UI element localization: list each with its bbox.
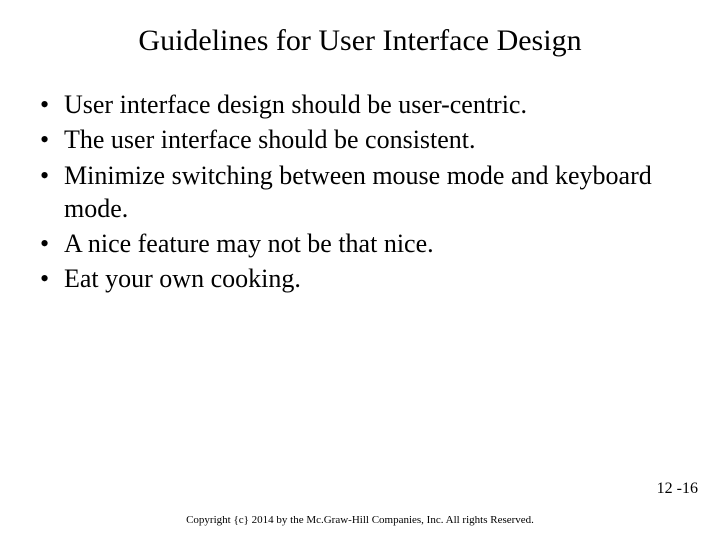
page-number: 12 -16 — [657, 480, 698, 498]
copyright-notice: Copyright {c} 2014 by the Mc.Graw-Hill C… — [0, 514, 720, 526]
list-item: A nice feature may not be that nice. — [36, 227, 684, 260]
list-item: Eat your own cooking. — [36, 262, 684, 295]
slide: Guidelines for User Interface Design Use… — [0, 0, 720, 540]
slide-body: User interface design should be user-cen… — [36, 88, 684, 298]
bullet-list: User interface design should be user-cen… — [36, 88, 684, 296]
list-item: User interface design should be user-cen… — [36, 88, 684, 121]
list-item: Minimize switching between mouse mode an… — [36, 159, 684, 226]
list-item: The user interface should be consistent. — [36, 123, 684, 156]
slide-title: Guidelines for User Interface Design — [0, 24, 720, 58]
